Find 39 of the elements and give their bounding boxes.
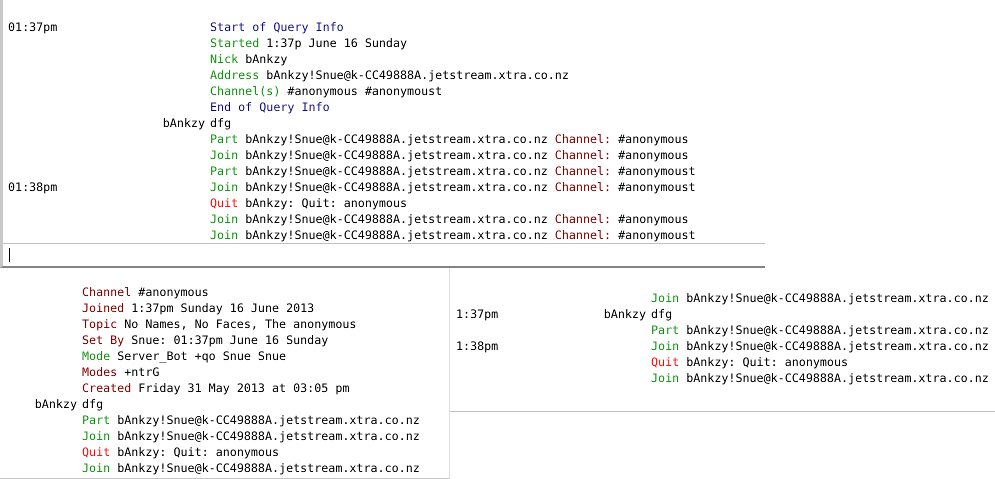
chat-message: Channel(s) #anonymous #anonymoust xyxy=(210,83,442,99)
chat-message: End of Query Info xyxy=(210,99,330,115)
chat-message: Topic No Names, No Faces, The anonymous xyxy=(82,316,356,332)
chat-message: Quit bAnkzy: Quit: anonymous xyxy=(82,444,280,460)
chat-message: Join bAnkzy!Snue@k-CC49888A.jetstream.xtra.co.nz xyxy=(82,428,420,444)
chat-message: Start of Query Info xyxy=(210,19,344,35)
chat-message: Nick bAnkzy xyxy=(210,51,288,67)
chat-message: Quit bAnkzy: Quit: anonymous xyxy=(651,354,848,370)
timestamp: 1:37pm xyxy=(456,307,498,321)
chat-message: Modes +ntrG xyxy=(82,364,160,380)
chat-message: Set By Snue: 01:37pm June 16 Sunday xyxy=(82,332,328,348)
nickname: bAnkzy xyxy=(162,116,205,130)
chat-message: Join bAnkzy!Snue@k-CC49888A.jetstream.xtra.co.nz xyxy=(82,460,420,476)
chat-message: dfg xyxy=(651,306,672,322)
chat-message: Started 1:37p June 16 Sunday xyxy=(210,35,408,51)
chat-message: Join bAnkzy!Snue@k-CC49888A.jetstream.xtra.co.nz xyxy=(651,338,989,354)
chat-message: Part bAnkzy!Snue@k-CC49888A.jetstream.xtra.co.nz Channel: #anonymoust xyxy=(210,163,696,179)
chat-message: Address bAnkzy!Snue@k-CC49888A.jetstream.xtra.co.nz xyxy=(210,67,569,83)
chat-message: Join bAnkzy!Snue@k-CC49888A.jetstream.xtra.co.nz Channel: #anonymous xyxy=(210,211,689,227)
nickname: bAnkzy xyxy=(34,397,77,411)
timestamp: 1:38pm xyxy=(456,339,498,353)
chat-message: dfg xyxy=(82,396,104,412)
timestamp: 01:38pm xyxy=(8,180,58,194)
chat-message: dfg xyxy=(210,115,232,131)
chat-message: Mode Server_Bot +qo Snue Snue xyxy=(82,348,286,364)
chat-message: Join bAnkzy!Snue@k-CC49888A.jetstream.xtra.co.nz xyxy=(651,370,989,386)
chat-message: Part bAnkzy!Snue@k-CC49888A.jetstream.xtra.co.nz Channel: #anonymous xyxy=(210,131,689,147)
chat-message: Part bAnkzy!Snue@k-CC49888A.jetstream.xtra.co.nz xyxy=(82,412,420,428)
chat-message: Join bAnkzy!Snue@k-CC49888A.jetstream.xtra.co.nz Channel: #anonymoust xyxy=(210,227,696,243)
chat-message: Created Friday 31 May 2013 at 03:05 pm xyxy=(82,380,350,396)
chat-message: Join bAnkzy!Snue@k-CC49888A.jetstream.xtra.co.nz Channel: #anonymous xyxy=(210,147,689,163)
chat-message: Part bAnkzy!Snue@k-CC49888A.jetstream.xtra.co.nz xyxy=(651,322,989,338)
chat-message: Joined 1:37pm Sunday 16 June 2013 xyxy=(82,300,314,316)
chat-message: Join bAnkzy!Snue@k-CC49888A.jetstream.xtra.co.nz xyxy=(651,290,989,306)
chat-message: Quit bAnkzy: Quit: anonymous xyxy=(210,195,408,211)
nickname: bAnkzy xyxy=(604,307,646,321)
chat-message: Join bAnkzy!Snue@k-CC49888A.jetstream.xtra.co.nz Channel: #anonymoust xyxy=(210,179,696,195)
timestamp: 01:37pm xyxy=(8,20,58,34)
chat-message: Channel #anonymous xyxy=(82,284,209,300)
